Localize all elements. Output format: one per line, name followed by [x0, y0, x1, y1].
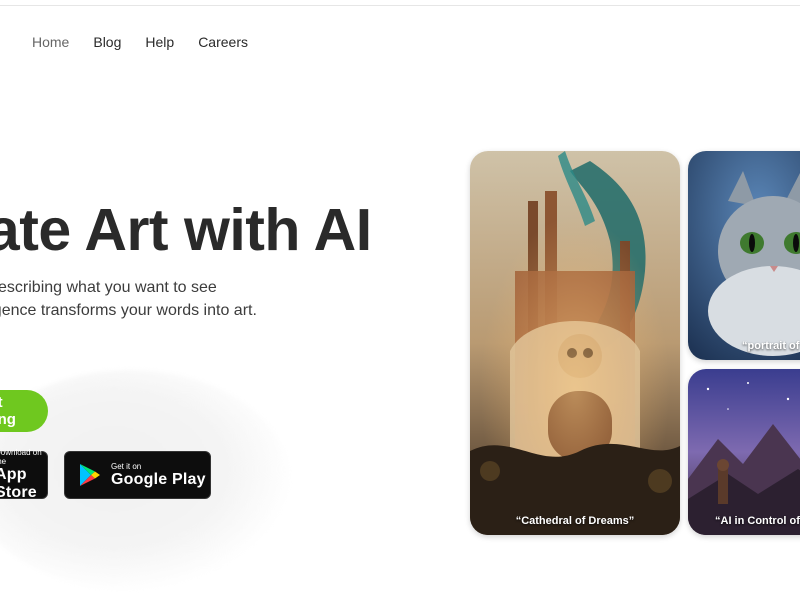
main-nav: Home Blog Help Careers [32, 34, 248, 50]
gallery-card-cathedral[interactable]: “Cathedral of Dreams” [470, 151, 680, 535]
nav-item-careers[interactable]: Careers [198, 34, 248, 50]
cat-artwork-image [688, 151, 800, 360]
app-store-button[interactable]: Download on the App Store [0, 448, 48, 502]
app-store-small-text: Download on the [0, 448, 42, 466]
hero-subtitle-line-2: Artificial Intelligence transforms your … [0, 302, 257, 320]
google-play-small-text: Get it on [111, 461, 142, 471]
landing-page: Home Blog Help Careers Create Art with A… [0, 0, 800, 600]
cat-caption: “portrait of a cat” [742, 340, 800, 352]
top-divider [0, 5, 800, 6]
hero-subtitle-line-1: simply by describing what you want to se… [0, 276, 257, 299]
google-play-button[interactable]: Get it on Google Play [64, 451, 211, 499]
nav-item-home[interactable]: Home [32, 34, 69, 50]
hero-title: Create Art with AI [0, 197, 372, 263]
cathedral-caption: “Cathedral of Dreams” [515, 515, 635, 527]
google-play-icon [80, 464, 100, 486]
app-store-text: Download on the App Store [0, 448, 47, 502]
universe-artwork-image [688, 369, 800, 535]
universe-caption: “AI in Control of the Universe” [715, 515, 800, 527]
google-play-big-text: Google Play [111, 470, 206, 488]
app-store-big-text: App Store [0, 466, 37, 501]
hero-subtitle-line-1-text: simply by describing what you want to se… [0, 279, 217, 296]
start-creating-button[interactable]: Start Creating [0, 390, 48, 432]
gallery-card-cat[interactable]: “portrait of a cat” [688, 151, 800, 360]
nav-item-help[interactable]: Help [145, 34, 174, 50]
hero-subtitle: simply by describing what you want to se… [0, 276, 257, 322]
google-play-text: Get it on Google Play [111, 462, 206, 489]
cathedral-artwork-image [470, 151, 680, 535]
gallery-card-universe[interactable]: “AI in Control of the Universe” [688, 369, 800, 535]
nav-item-blog[interactable]: Blog [93, 34, 121, 50]
